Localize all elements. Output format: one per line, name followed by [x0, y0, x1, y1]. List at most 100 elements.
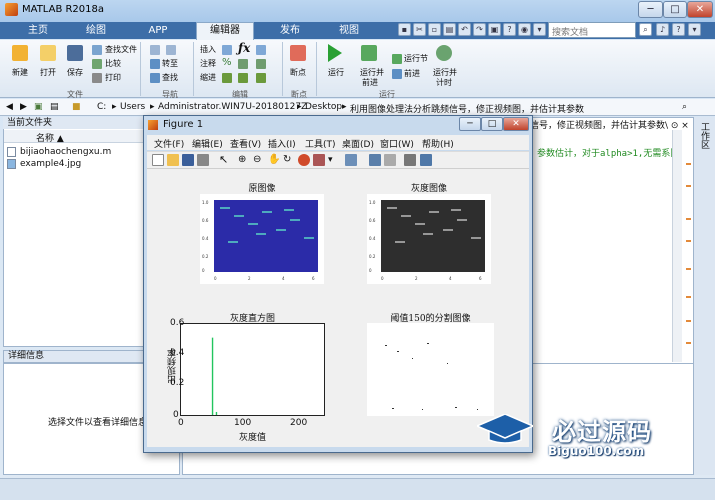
editor-scrollbar[interactable] [672, 130, 682, 362]
workspace-label[interactable]: 工作区 [697, 122, 711, 149]
forward-icon[interactable]: ▶ [20, 102, 27, 112]
maximize-button[interactable]: □ [663, 1, 687, 18]
zoom-out-icon[interactable]: ⊖ [253, 154, 265, 166]
community-dropdown-icon[interactable]: ▾ [533, 23, 546, 36]
tab-view[interactable]: 视图 [333, 23, 365, 39]
breadcrumb-desktop[interactable]: Desktop [305, 102, 342, 112]
address-search-icon[interactable]: ⌕ [682, 102, 687, 112]
run-section-icon[interactable] [392, 54, 402, 64]
comment-button[interactable]: 注释 [200, 58, 216, 69]
file-item[interactable]: bijiaohaochengxu.m [20, 147, 111, 158]
help-dropdown-icon[interactable]: ? [503, 23, 516, 36]
print-button[interactable]: 打印 [105, 72, 121, 83]
warning-marker[interactable] [686, 240, 691, 242]
find-files-icon[interactable] [92, 45, 102, 55]
open-file-icon[interactable] [167, 154, 179, 166]
notifications-icon[interactable]: ♪ [656, 23, 669, 36]
indent-button[interactable]: 缩进 [200, 72, 216, 83]
new-button[interactable]: 新建 [12, 67, 28, 78]
menu-file[interactable]: 文件(F) [154, 137, 184, 150]
cut-icon[interactable]: ✂ [413, 23, 426, 36]
goto-button[interactable]: 转至 [162, 58, 178, 69]
figure-maximize-button[interactable]: □ [481, 117, 503, 131]
insert-button[interactable]: 插入 [200, 44, 216, 55]
run-button[interactable]: 运行 [328, 67, 344, 78]
file-item[interactable]: example4.jpg [20, 159, 81, 170]
run-icon[interactable] [328, 44, 342, 62]
community-icon[interactable]: ◉ [518, 23, 531, 36]
tab-apps[interactable]: APP [142, 23, 174, 39]
minimize-button[interactable]: ─ [638, 1, 663, 18]
menu-tools[interactable]: 工具(T) [305, 137, 336, 150]
colorbar-icon[interactable] [369, 154, 381, 166]
decrease-indent-icon[interactable] [256, 73, 266, 83]
brush-dropdown-icon[interactable]: ▾ [328, 154, 340, 166]
print-figure-icon[interactable] [197, 154, 209, 166]
save-figure-icon[interactable] [182, 154, 194, 166]
save-button[interactable]: 保存 [67, 67, 83, 78]
breakpoints-icon[interactable] [290, 45, 306, 61]
figure-close-button[interactable]: ✕ [503, 117, 529, 131]
tab-home[interactable]: 主页 [22, 23, 54, 39]
ribbon-collapse-icon[interactable]: ▾ [688, 23, 701, 36]
open-folder-icon[interactable] [40, 45, 56, 61]
smart-indent-icon[interactable] [222, 73, 232, 83]
search-icon[interactable]: ⌕ [639, 23, 652, 36]
back-icon[interactable]: ◀ [6, 102, 13, 112]
back-arrow-icon[interactable] [150, 45, 160, 55]
close-button[interactable]: ✕ [687, 1, 713, 18]
warning-marker[interactable] [686, 342, 691, 344]
edit-plot-icon[interactable]: ↖ [219, 154, 231, 166]
rotate-3d-icon[interactable]: ↻ [283, 154, 295, 166]
uncomment-icon[interactable] [256, 59, 266, 69]
increase-indent-icon[interactable] [238, 73, 248, 83]
compare-button[interactable]: 比较 [105, 58, 121, 69]
warning-marker[interactable] [686, 163, 691, 165]
paste-icon[interactable]: ▤ [443, 23, 456, 36]
advance-icon[interactable] [392, 69, 402, 79]
browse-folder-icon[interactable]: ▤ [50, 102, 59, 112]
advance-button[interactable]: 前进 [404, 68, 420, 79]
wrap-comments-icon[interactable] [238, 59, 248, 69]
warning-marker[interactable] [686, 320, 691, 322]
figure-minimize-button[interactable]: ─ [459, 117, 481, 131]
find-icon[interactable] [150, 73, 160, 83]
search-documentation-input[interactable]: 搜索文档 [548, 22, 636, 38]
breadcrumb-project[interactable]: 利用图像处理法分析跳频信号，修正视频图，并估计其参数 [350, 102, 584, 115]
forward-arrow-icon[interactable] [166, 45, 176, 55]
save-quick-icon[interactable]: ▪ [398, 23, 411, 36]
up-folder-icon[interactable]: ▣ [34, 102, 43, 112]
workspace-side-panel[interactable] [694, 117, 715, 475]
new-figure-icon[interactable] [152, 154, 164, 166]
goto-icon[interactable] [150, 59, 160, 69]
editor-tab[interactable]: 信号，修正视频图，并估计其参数\ ⊙ × [530, 118, 689, 131]
code-comment-line[interactable]: 参数估计，对于alpha>1,无需系除 [537, 146, 679, 159]
comment-percent-icon[interactable]: % [222, 57, 232, 68]
breadcrumb-users[interactable]: Users [120, 102, 145, 112]
switch-windows-icon[interactable]: ▣ [488, 23, 501, 36]
menu-view[interactable]: 查看(V) [230, 137, 261, 150]
pan-icon[interactable]: ✋ [268, 154, 280, 166]
tab-editor[interactable]: 编辑器 [196, 22, 254, 40]
warning-marker[interactable] [686, 268, 691, 270]
warning-marker[interactable] [686, 218, 691, 220]
find-button[interactable]: 查找 [162, 72, 178, 83]
tab-publish[interactable]: 发布 [274, 23, 306, 39]
menu-insert[interactable]: 插入(I) [268, 137, 296, 150]
run-section-button[interactable]: 运行节 [404, 53, 428, 64]
warning-marker[interactable] [686, 185, 691, 187]
redo-icon[interactable]: ↷ [473, 23, 486, 36]
undo-icon[interactable]: ↶ [458, 23, 471, 36]
insert-icon[interactable] [222, 45, 232, 55]
zoom-in-icon[interactable]: ⊕ [238, 154, 250, 166]
breakpoints-button[interactable]: 断点 [290, 67, 306, 78]
fx-icon[interactable]: ƒx [238, 41, 250, 55]
open-button[interactable]: 打开 [40, 67, 56, 78]
tab-plots[interactable]: 绘图 [80, 23, 112, 39]
copy-icon[interactable]: ▫ [428, 23, 441, 36]
show-plot-tools-icon[interactable] [420, 154, 432, 166]
legend-icon[interactable] [384, 154, 396, 166]
save-icon[interactable] [67, 45, 83, 61]
breadcrumb-admin[interactable]: Administrator.WIN7U-20180127Z [158, 102, 307, 112]
brush-icon[interactable] [313, 154, 325, 166]
